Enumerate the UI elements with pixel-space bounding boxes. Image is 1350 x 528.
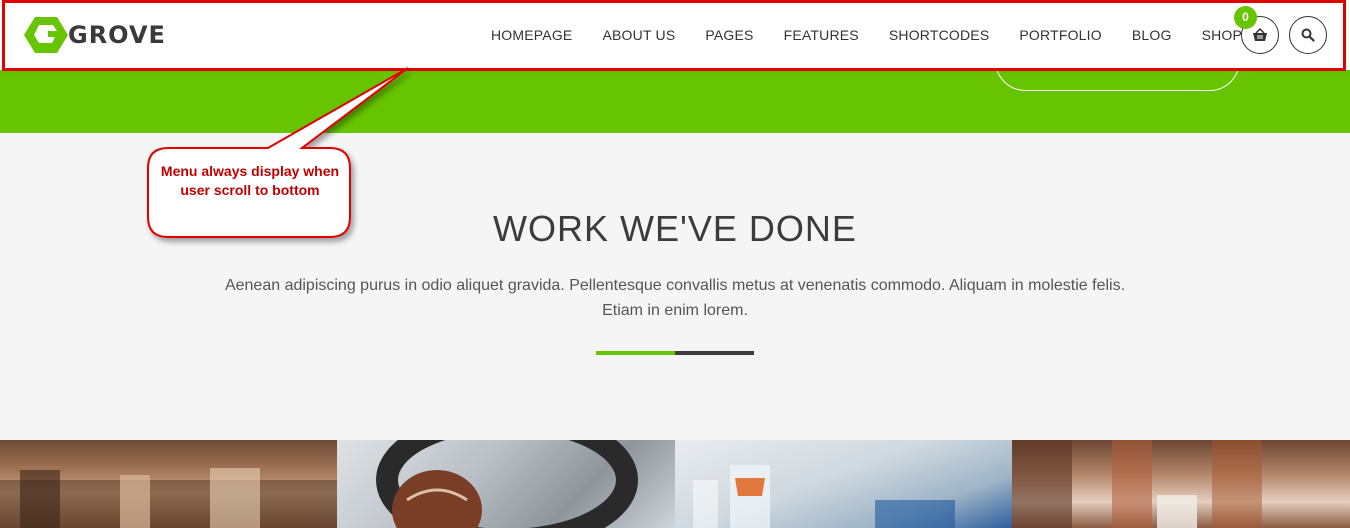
grove-logo-icon: [24, 17, 68, 53]
section-description: Aenean adipiscing purus in odio aliquet …: [224, 277, 1126, 319]
portfolio-item-cafe[interactable]: [1012, 440, 1350, 528]
search-button[interactable]: [1289, 16, 1327, 54]
portfolio-item-drinks[interactable]: [675, 440, 1012, 528]
cart-count-badge: 0: [1234, 6, 1257, 29]
sticky-header: GROVE HOMEPAGE ABOUT US PAGES FEATURES S…: [0, 0, 1350, 70]
nav-item-features[interactable]: FEATURES: [769, 0, 874, 70]
basket-icon: [1253, 28, 1267, 41]
section-divider: [596, 351, 754, 355]
cafe-image: [1012, 440, 1262, 528]
drinks-image: [693, 465, 955, 528]
section-title: WORK WE'VE DONE: [493, 208, 857, 249]
portfolio-item-steering-wheel[interactable]: [337, 440, 675, 528]
logo[interactable]: GROVE: [24, 16, 166, 54]
divider-accent: [596, 351, 675, 355]
steering-wheel-image: [376, 440, 638, 528]
main-nav: HOMEPAGE ABOUT US PAGES FEATURES SHORTCO…: [476, 0, 1257, 70]
nav-item-homepage[interactable]: HOMEPAGE: [476, 0, 587, 70]
nav-item-pages[interactable]: PAGES: [690, 0, 768, 70]
divider-dark: [675, 351, 754, 355]
nav-item-shortcodes[interactable]: SHORTCODES: [874, 0, 1005, 70]
portfolio-grid: [0, 440, 1350, 528]
search-icon: [1301, 28, 1315, 42]
callout-text: Menu always display when user scroll to …: [160, 163, 340, 198]
restaurant-image: [0, 468, 337, 528]
nav-item-about-us[interactable]: ABOUT US: [587, 0, 690, 70]
nav-item-portfolio[interactable]: PORTFOLIO: [1004, 0, 1116, 70]
page: GROVE HOMEPAGE ABOUT US PAGES FEATURES S…: [0, 0, 1350, 528]
logo-text: GROVE: [68, 21, 166, 49]
portfolio-item-restaurant-interior[interactable]: [0, 440, 337, 528]
nav-item-blog[interactable]: BLOG: [1117, 0, 1187, 70]
